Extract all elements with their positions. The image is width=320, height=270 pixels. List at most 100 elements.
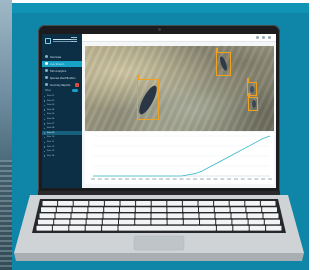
keyboard-key[interactable] xyxy=(41,207,56,212)
nav-item-fish-analytics[interactable]: Fish Analytics xyxy=(42,68,82,74)
keyboard-key[interactable] xyxy=(52,225,69,231)
keyboard-key[interactable] xyxy=(119,213,135,219)
nav-label: Overview xyxy=(50,56,62,59)
top-bar xyxy=(82,34,276,42)
keyboard-key[interactable] xyxy=(200,219,216,225)
keyboard-key[interactable] xyxy=(260,201,276,206)
chart-x-tick xyxy=(179,178,184,180)
top-bar-icons xyxy=(256,36,272,40)
sites-toggle[interactable] xyxy=(72,89,78,92)
keyboard-key[interactable] xyxy=(102,219,118,225)
keyboard-key[interactable] xyxy=(151,207,167,212)
laptop-screen: Overview Live Stream Fish Analytics Spec… xyxy=(42,34,276,188)
keyboard-key[interactable] xyxy=(58,201,73,206)
keyboard-key[interactable] xyxy=(231,213,247,219)
keyboard-key[interactable] xyxy=(216,225,233,231)
nav-item-overview[interactable]: Overview xyxy=(42,54,82,60)
keyboard-key[interactable] xyxy=(56,207,72,212)
keyboard-key[interactable] xyxy=(183,207,198,212)
keyboard-key[interactable] xyxy=(264,219,280,225)
trackpad[interactable] xyxy=(133,235,185,251)
keyboard-key[interactable] xyxy=(104,207,119,212)
keyboard-key[interactable] xyxy=(182,201,198,206)
notification-icon[interactable] xyxy=(256,36,259,39)
keyboard-key[interactable] xyxy=(135,207,151,212)
keyboard-key[interactable] xyxy=(102,225,118,231)
keyboard-key[interactable] xyxy=(104,201,120,206)
keyboard-key[interactable] xyxy=(183,213,199,219)
spacebar-key[interactable] xyxy=(118,225,216,231)
keyboard-key[interactable] xyxy=(120,207,135,212)
keyboard-key[interactable] xyxy=(87,213,103,219)
keyboard-key[interactable] xyxy=(151,213,167,219)
chart-svg xyxy=(91,135,272,180)
keyboard-key[interactable] xyxy=(88,207,104,212)
keyboard-key[interactable] xyxy=(167,219,183,225)
site-list-item[interactable]: Site 14 xyxy=(42,154,82,159)
keyboard-key[interactable] xyxy=(42,201,58,206)
keyboard-key[interactable] xyxy=(233,225,249,231)
keyboard-key[interactable] xyxy=(248,219,264,225)
keyboard-key[interactable] xyxy=(89,201,104,206)
sites-section-label: Sites xyxy=(45,89,51,92)
keyboard-key[interactable] xyxy=(183,219,199,225)
user-avatar[interactable] xyxy=(268,36,271,39)
keyboard-key[interactable] xyxy=(167,207,183,212)
nav-item-species-identification[interactable]: Species Identification xyxy=(42,75,82,81)
hinge xyxy=(38,191,280,195)
keyboard-key[interactable] xyxy=(151,201,167,206)
keyboard-key[interactable] xyxy=(198,201,214,206)
chart-x-tick xyxy=(165,178,170,180)
chart-x-tick xyxy=(186,178,191,180)
nav-item-live-stream[interactable]: Live Stream xyxy=(42,61,82,67)
keyboard-key[interactable] xyxy=(136,201,151,206)
keyboard-key[interactable] xyxy=(167,213,183,219)
underwater-video-feed[interactable] xyxy=(85,46,274,131)
keyboard-key[interactable] xyxy=(167,201,182,206)
chart-x-tick xyxy=(145,178,150,180)
keyboard-key[interactable] xyxy=(263,213,279,219)
keyboard-key[interactable] xyxy=(199,213,215,219)
keyboard-key[interactable] xyxy=(246,207,262,212)
keyboard-key[interactable] xyxy=(119,219,135,225)
keyboard-key[interactable] xyxy=(69,225,85,231)
nav-icon xyxy=(45,55,48,58)
nav-label: Fish Analytics xyxy=(50,70,67,73)
keyboard-key[interactable] xyxy=(73,201,89,206)
keyboard-key[interactable] xyxy=(39,213,55,219)
keyboard-key[interactable] xyxy=(55,213,71,219)
sidebar: Overview Live Stream Fish Analytics Spec… xyxy=(42,34,82,188)
keyboard-key[interactable] xyxy=(120,201,136,206)
keyboard-key[interactable] xyxy=(214,207,230,212)
keyboard-key[interactable] xyxy=(230,207,246,212)
keyboard-key[interactable] xyxy=(103,213,119,219)
detection-box xyxy=(248,93,258,111)
keyboard-key[interactable] xyxy=(247,213,263,219)
keyboard-key[interactable] xyxy=(36,225,52,231)
logo-mark xyxy=(45,38,51,44)
keyboard-key[interactable] xyxy=(245,201,260,206)
keyboard-key[interactable] xyxy=(38,219,54,225)
keyboard-key[interactable] xyxy=(151,219,167,225)
keyboard-key[interactable] xyxy=(229,201,245,206)
menu-icon[interactable] xyxy=(71,37,77,42)
keyboard-key[interactable] xyxy=(216,219,232,225)
keyboard-key[interactable] xyxy=(71,213,87,219)
keyboard-key[interactable] xyxy=(262,207,277,212)
chart-x-tick xyxy=(118,178,123,180)
keyboard-key[interactable] xyxy=(199,207,214,212)
keyboard-key[interactable] xyxy=(135,213,151,219)
keyboard-key[interactable] xyxy=(232,219,248,225)
keyboard-key[interactable] xyxy=(135,219,151,225)
keyboard-key[interactable] xyxy=(85,225,102,231)
keyboard-key[interactable] xyxy=(86,219,102,225)
settings-icon[interactable] xyxy=(262,36,265,39)
keyboard-key[interactable] xyxy=(215,213,231,219)
detection-label xyxy=(247,78,249,82)
keyboard-key[interactable] xyxy=(266,225,282,231)
keyboard-key[interactable] xyxy=(72,207,88,212)
keyboard-key[interactable] xyxy=(54,219,70,225)
keyboard-key[interactable] xyxy=(70,219,86,225)
keyboard-key[interactable] xyxy=(249,225,266,231)
keyboard-key[interactable] xyxy=(214,201,229,206)
